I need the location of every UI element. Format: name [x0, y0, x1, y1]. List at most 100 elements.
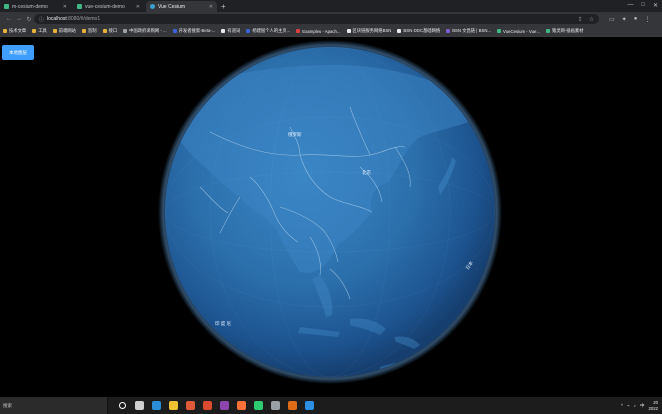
windows-start-icon[interactable]: [114, 397, 131, 414]
bookmark-item[interactable]: 接口: [102, 28, 118, 34]
office-icon[interactable]: [199, 397, 216, 414]
bookmark-icon: [246, 29, 251, 33]
bookmark-item[interactable]: 技术文章: [3, 28, 26, 34]
bookmark-icon: [497, 29, 502, 33]
bookmark-icon: [221, 29, 226, 33]
firefox-icon[interactable]: [233, 397, 250, 414]
bookmark-item[interactable]: 工具: [32, 28, 47, 34]
bookmark-item[interactable]: 中国政府采购网 - ...: [123, 28, 167, 34]
bookmark-label: VueCesium - Vue...: [503, 28, 540, 34]
bookmark-label: 中国政府采购网 - ...: [129, 28, 167, 33]
bookmark-label: 监制: [87, 28, 97, 33]
taskbar-apps: [114, 397, 318, 414]
bookmarks-bar: 技术文章 工具 前端网站 监制 接口 中国政府采购网 - ... 开发者搜索-Beta-..…: [0, 26, 662, 37]
bookmark-label: 区块链服务网络BSN: [352, 28, 392, 33]
bookmark-item[interactable]: 监制: [81, 28, 97, 34]
bookmark-star-icon[interactable]: ☆: [589, 16, 594, 23]
close-window-button[interactable]: ✕: [653, 2, 658, 9]
local-layer-button[interactable]: 本地图层: [2, 45, 34, 60]
info-icon[interactable]: ⓘ: [39, 16, 44, 23]
app-glyph: [220, 401, 229, 410]
reload-icon[interactable]: ↻: [24, 16, 34, 23]
tab-3-active[interactable]: Vue Cesium ✕: [146, 1, 217, 12]
globe-canvas[interactable]: 俄罗斯 北京 日本 印 度 尼: [0, 37, 662, 397]
bookmark-item[interactable]: VueCesium - Vue...: [497, 29, 540, 34]
bookmark-item[interactable]: BSN 文昌链 | BSN...: [446, 28, 491, 34]
url-host: localhost: [47, 16, 67, 22]
app-glyph: [254, 401, 263, 410]
clock-date: 2022: [648, 405, 658, 411]
tab-1[interactable]: m-cesium-demo ✕: [0, 1, 71, 12]
edge-icon[interactable]: [148, 397, 165, 414]
close-icon[interactable]: ✕: [209, 4, 213, 10]
browser-toolbar: ← → ↻ ⓘ localhost :8080/#/demo1 ⇪ ☆ ▭ ✦ …: [0, 12, 662, 26]
bookmark-item[interactable]: 猿灵网-插画素材: [545, 28, 584, 34]
network-icon[interactable]: ⌁: [627, 403, 630, 409]
taskbar-search-input[interactable]: 搜索: [0, 397, 108, 414]
bookmark-icon: [172, 29, 177, 33]
tab-label: vue-cesium-demo: [85, 3, 125, 10]
gitkraken-icon[interactable]: [267, 397, 284, 414]
file-explorer-icon[interactable]: [165, 397, 182, 414]
vue-favicon-icon: [77, 4, 82, 9]
bookmark-item[interactable]: BSN-DDC基础网络: [397, 28, 440, 34]
bookmark-label: 技术文章: [9, 28, 27, 33]
bookmark-icon: [3, 29, 7, 33]
bookmark-label: BSN-DDC基础网络: [403, 28, 441, 33]
bookmark-label: 杨建国个人的主页...: [252, 28, 291, 33]
bookmark-item[interactable]: 前端网站: [52, 28, 76, 34]
app-icon-orange[interactable]: [284, 397, 301, 414]
tab-label: m-cesium-demo: [12, 3, 48, 10]
bookmark-label: 有道词: [227, 28, 241, 33]
bookmark-icon: [52, 29, 57, 33]
address-bar[interactable]: ⓘ localhost :8080/#/demo1 ⇪ ☆: [34, 14, 599, 24]
maximize-button[interactable]: □: [641, 2, 645, 9]
menu-icon[interactable]: ⋮: [644, 16, 650, 23]
chrome-icon[interactable]: [182, 397, 199, 414]
profile-icon[interactable]: ●: [634, 16, 638, 23]
close-icon[interactable]: ✕: [136, 4, 140, 10]
bookmark-label: BSN 文昌链 | BSN...: [452, 28, 492, 33]
bookmark-icon: [296, 29, 301, 33]
clock[interactable]: 20 2022: [648, 400, 658, 412]
vue-favicon-icon: [4, 4, 9, 9]
bookmark-label: 猿灵网-插画素材: [551, 28, 584, 33]
minimize-button[interactable]: —: [627, 2, 633, 9]
share-icon[interactable]: ⇪: [578, 16, 583, 23]
tab-2[interactable]: vue-cesium-demo ✕: [73, 1, 144, 12]
app-glyph: [305, 401, 314, 410]
forward-icon[interactable]: →: [14, 16, 24, 22]
bookmark-item[interactable]: Examples - Apach...: [296, 28, 341, 34]
cesium-viewer[interactable]: 俄罗斯 北京 日本 印 度 尼 本地图层: [0, 37, 662, 397]
volume-icon[interactable]: ♪: [634, 403, 636, 408]
extensions-icon[interactable]: ✦: [622, 16, 627, 23]
ime-indicator[interactable]: 中: [640, 403, 645, 409]
bookmark-icon: [346, 29, 351, 33]
bookmark-icon: [545, 29, 550, 33]
task-view-icon[interactable]: [131, 397, 148, 414]
cesium-favicon-icon: [150, 4, 155, 9]
app-glyph: [152, 401, 161, 410]
bookmark-item[interactable]: 开发者搜索-Beta-...: [172, 28, 215, 34]
bookmark-label: Examples - Apach...: [302, 28, 341, 34]
bookmark-label: 接口: [108, 28, 118, 33]
visual-studio-icon[interactable]: [216, 397, 233, 414]
tab-label: Vue Cesium: [158, 3, 186, 10]
close-icon[interactable]: ✕: [63, 4, 67, 10]
bookmark-icon: [32, 29, 37, 33]
tray-chevron-icon[interactable]: ^: [621, 403, 623, 408]
window-controls: — □ ✕: [627, 2, 658, 9]
bookmark-item[interactable]: 区块链服务网络BSN: [346, 28, 392, 34]
wechat-icon[interactable]: [250, 397, 267, 414]
app-glyph: [237, 401, 246, 410]
bookmark-item[interactable]: 杨建国个人的主页...: [246, 28, 290, 34]
label-beijing: 北京: [362, 169, 371, 176]
app-glyph: [135, 401, 144, 410]
bookmark-item[interactable]: 有道词: [221, 28, 240, 34]
sidebar-icon[interactable]: ▭: [609, 16, 615, 23]
bookmark-icon: [81, 29, 86, 33]
new-tab-button[interactable]: +: [221, 1, 226, 12]
label-indonesia: 印 度 尼: [215, 320, 232, 327]
vscode-icon[interactable]: [301, 397, 318, 414]
back-icon[interactable]: ←: [4, 16, 14, 22]
